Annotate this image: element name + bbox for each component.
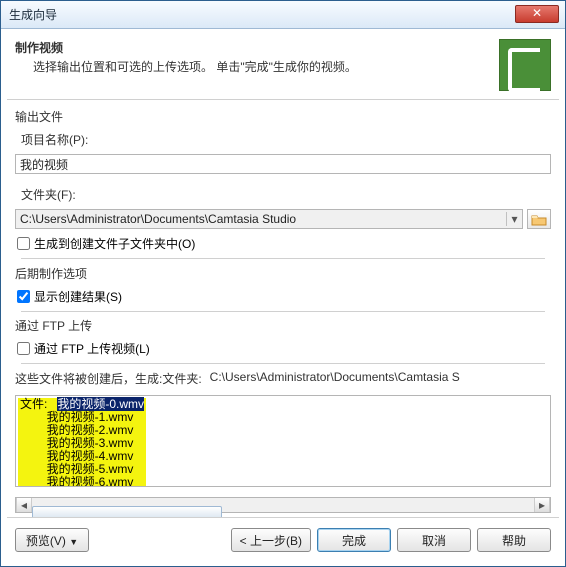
header: 制作视频 选择输出位置和可选的上传选项。 单击"完成"生成你的视频。 [1,29,565,99]
ftp-upload-checkbox-row[interactable]: 通过 FTP 上传视频(L) [15,340,551,357]
scroll-right-button[interactable]: ▸ [534,498,550,512]
app-logo-icon [499,39,551,91]
show-result-checkbox-label: 显示创建结果(S) [34,288,122,305]
subfolder-checkbox-row[interactable]: 生成到创建文件子文件夹中(O) [15,235,551,252]
files-highlight: 文件: 我的视频-0.wmv 我的视频-1.wmv 我的视频-2.wmv 我的视… [18,398,146,487]
scroll-thumb[interactable] [32,506,222,517]
files-summary-row: 这些文件将被创建后，生成:文件夹: C:\Users\Administrator… [15,370,551,387]
close-icon: ✕ [532,6,542,20]
files-summary-path: C:\Users\Administrator\Documents\Camtasi… [210,370,551,387]
files-summary-label: 这些文件将被创建后，生成:文件夹: [15,370,202,387]
cancel-button[interactable]: 取消 [397,528,471,552]
show-result-checkbox-row[interactable]: 显示创建结果(S) [15,288,551,305]
header-subtitle: 选择输出位置和可选的上传选项。 单击"完成"生成你的视频。 [15,56,499,75]
divider [21,258,545,259]
list-item[interactable]: 我的视频-6.wmv [47,475,134,487]
section-ftp: 通过 FTP 上传 [15,317,551,334]
close-button[interactable]: ✕ [515,5,559,23]
ftp-upload-checkbox-label: 通过 FTP 上传视频(L) [34,340,150,357]
footer: 预览(V) ▼ < 上一步(B) 完成 取消 帮助 [1,518,565,566]
files-listbox[interactable]: 文件: 我的视频-0.wmv 我的视频-1.wmv 我的视频-2.wmv 我的视… [15,395,551,487]
section-output: 输出文件 [15,108,551,125]
folder-combo[interactable]: C:\Users\Administrator\Documents\Camtasi… [15,209,523,229]
titlebar: 生成向导 ✕ [1,1,565,29]
wizard-window: 生成向导 ✕ 制作视频 选择输出位置和可选的上传选项。 单击"完成"生成你的视频… [0,0,566,567]
divider [21,311,545,312]
header-text: 制作视频 选择输出位置和可选的上传选项。 单击"完成"生成你的视频。 [15,39,499,75]
project-name-input[interactable] [15,154,551,174]
browse-folder-button[interactable] [527,209,551,229]
header-title: 制作视频 [15,39,499,56]
window-title: 生成向导 [9,6,57,23]
ftp-upload-checkbox[interactable] [17,342,30,355]
help-button[interactable]: 帮助 [477,528,551,552]
scroll-left-button[interactable]: ◂ [16,498,32,512]
body: 输出文件 项目名称(P): 文件夹(F): C:\Users\Administr… [1,100,565,517]
show-result-checkbox[interactable] [17,290,30,303]
section-post: 后期制作选项 [15,265,551,282]
finish-button[interactable]: 完成 [317,528,391,552]
divider [21,363,545,364]
subfolder-checkbox-label: 生成到创建文件子文件夹中(O) [34,235,195,252]
subfolder-checkbox[interactable] [17,237,30,250]
chevron-down-icon[interactable]: ▾ [506,212,522,226]
project-name-label: 项目名称(P): [15,131,551,148]
horizontal-scrollbar[interactable]: ◂ ▸ [15,497,551,513]
folder-label: 文件夹(F): [15,186,551,203]
folder-value: C:\Users\Administrator\Documents\Camtasi… [16,210,506,228]
folder-icon [531,213,547,226]
chevron-down-icon: ▼ [69,537,78,547]
back-button[interactable]: < 上一步(B) [231,528,311,552]
preview-button[interactable]: 预览(V) ▼ [15,528,89,552]
